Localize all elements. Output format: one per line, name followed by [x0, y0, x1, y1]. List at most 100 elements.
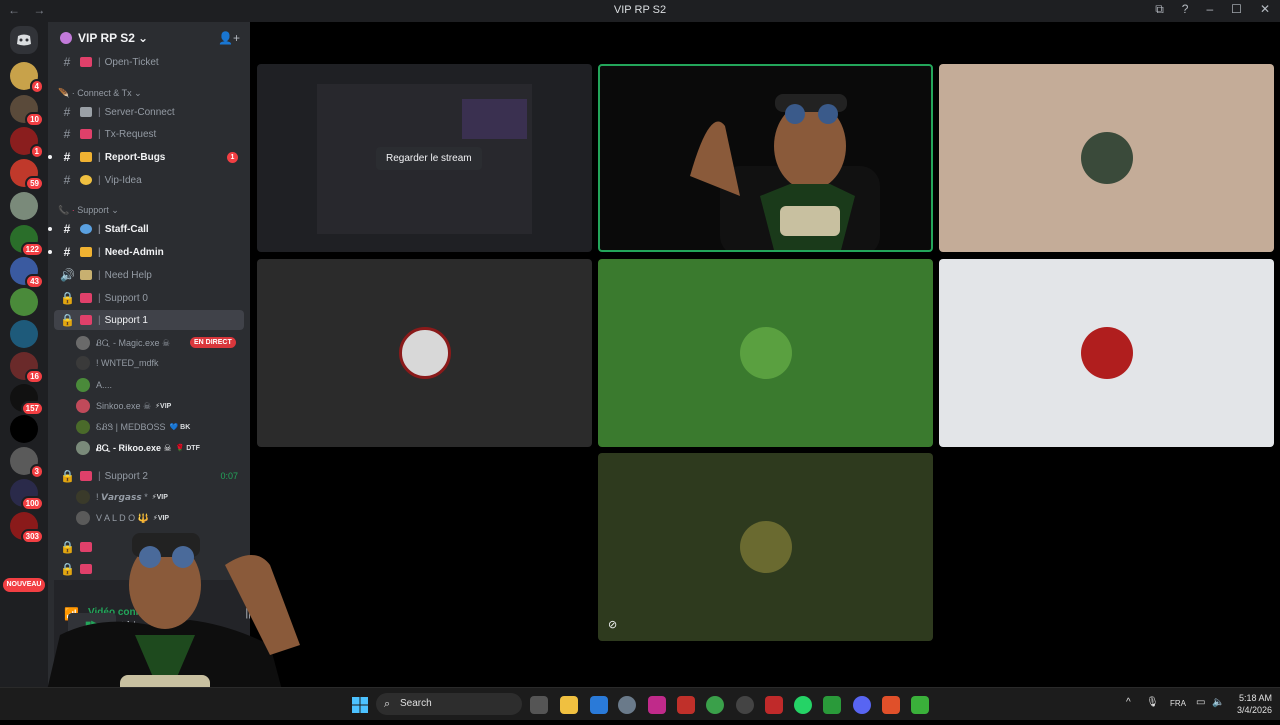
participant-tile[interactable] — [598, 259, 933, 447]
guild-badge: 43 — [25, 274, 44, 289]
category-connect[interactable]: 🪶 · Connect & Tx ⌄ — [58, 88, 142, 99]
channel-label: Support 1 — [104, 314, 148, 326]
voice-member[interactable]: A.... — [76, 376, 116, 394]
channel-label: Support 0 — [104, 292, 148, 304]
minimize-button[interactable]: – — [1206, 2, 1213, 17]
guild-icon[interactable] — [10, 415, 38, 443]
guild-icon[interactable]: 3 — [10, 447, 44, 479]
app-icon[interactable] — [648, 696, 666, 714]
guild-icon[interactable]: 157 — [10, 384, 44, 416]
app-icon[interactable] — [911, 696, 929, 714]
stream-tile[interactable]: Regarder le stream — [257, 64, 592, 252]
microphone-icon[interactable]: 🎙 — [1146, 697, 1159, 708]
channel-tx-request[interactable]: # | Tx-Request — [54, 124, 244, 144]
guild-icon[interactable]: 16 — [10, 352, 44, 384]
guild-icon[interactable] — [10, 192, 38, 220]
guild-icon[interactable]: 303 — [10, 512, 44, 544]
clock[interactable]: 5:18 AM 3/4/2026 — [1237, 692, 1272, 716]
voice-member[interactable]: ! 𝙑𝙖𝙧𝙜𝙖𝙨𝙨 * ⚡VIP — [76, 488, 168, 506]
guild-icon[interactable]: 59 — [10, 159, 44, 191]
hash-icon: # — [63, 127, 71, 141]
app-icon[interactable] — [823, 696, 841, 714]
channel-need-help[interactable]: 🔊 | Need Help — [54, 265, 244, 285]
channel-server-connect[interactable]: # | Server-Connect — [54, 102, 244, 122]
watch-stream-button[interactable]: Regarder le stream — [376, 147, 482, 170]
channel-staff-call[interactable]: # | Staff-Call — [48, 219, 244, 239]
guild-badge: 122 — [20, 242, 44, 257]
start-button[interactable] — [352, 697, 368, 713]
tray-chevron-icon[interactable]: ^ — [1126, 697, 1131, 708]
category-support[interactable]: 📞 · Support ⌄ — [58, 205, 119, 216]
settings-icon[interactable] — [618, 696, 636, 714]
channel-support-0[interactable]: 🔒 | Support 0 — [54, 288, 244, 308]
guild-icon[interactable]: 43 — [10, 257, 44, 289]
channel-open-ticket[interactable]: # | Open-Ticket — [54, 52, 244, 72]
volume-icon[interactable]: 🔈 — [1212, 697, 1224, 708]
channel-need-admin[interactable]: # | Need-Admin — [48, 242, 244, 262]
participant-tile[interactable] — [939, 259, 1274, 447]
app-icon[interactable] — [882, 696, 900, 714]
app-icon[interactable] — [765, 696, 783, 714]
app-icon[interactable] — [677, 696, 695, 714]
channel-vip-idea[interactable]: # | Vip-Idea — [54, 170, 244, 190]
member-tag: 💙 BK — [169, 424, 191, 431]
hash-icon: # — [63, 173, 71, 187]
sun-icon — [80, 175, 92, 185]
channel-report-bugs[interactable]: # | Report-Bugs 1 — [48, 147, 244, 167]
member-tag: ⚡VIP — [152, 515, 170, 522]
voice-member[interactable]: ! WNTED_mdfk — [76, 354, 163, 372]
channel-label: Open-Ticket — [104, 56, 159, 68]
guild-icon[interactable] — [10, 320, 38, 348]
participant-tile[interactable]: ⊘ — [598, 453, 933, 641]
member-tag: 🌹 DTF — [175, 445, 200, 452]
live-badge: EN DIRECT — [190, 337, 236, 348]
member-name: V A L D O 🔱 — [96, 512, 149, 523]
avatar — [76, 336, 90, 350]
guild-icon[interactable]: 100 — [10, 479, 44, 511]
file-explorer-icon[interactable] — [560, 696, 578, 714]
guild-badge: 59 — [25, 176, 44, 191]
guild-icon[interactable]: 10 — [10, 95, 44, 127]
app-icon[interactable] — [736, 696, 754, 714]
chevron-down-icon: ⌄ — [137, 31, 148, 45]
voice-member[interactable]: ᏋᏰᏕ | MEDBOSS 💙 BK — [76, 418, 190, 436]
close-button[interactable]: ✕ — [1260, 2, 1270, 17]
inbox-icon[interactable]: ⧉ — [1155, 2, 1164, 17]
video-stage: Regarder le stream ⊘ — [250, 22, 1280, 687]
chrome-icon[interactable] — [706, 696, 724, 714]
outlook-icon[interactable] — [590, 696, 608, 714]
language-indicator[interactable]: FRA — [1170, 699, 1186, 708]
avatar — [76, 399, 90, 413]
guild-icon[interactable] — [10, 288, 38, 316]
whatsapp-icon[interactable] — [794, 696, 812, 714]
participant-tile[interactable] — [257, 259, 592, 447]
channel-label: Staff-Call — [104, 223, 149, 235]
channel-label: Vip-Idea — [104, 174, 142, 186]
guild-icon[interactable]: 4 — [10, 62, 44, 94]
discord-home-icon[interactable] — [10, 26, 38, 54]
task-view-icon[interactable] — [530, 696, 548, 714]
camera-tile[interactable] — [598, 64, 933, 252]
taskbar-search[interactable]: ⌕ Search — [376, 693, 522, 715]
invite-people-icon[interactable]: 👤+ — [218, 31, 240, 45]
guild-icon[interactable]: 122 — [10, 225, 44, 257]
speaker-icon: 🔊 — [60, 268, 75, 282]
guild-badge: 16 — [25, 369, 44, 384]
member-name: ! 𝙑𝙖𝙧𝙜𝙖𝙨𝙨 * — [96, 491, 148, 502]
channel-label: Need-Admin — [104, 246, 164, 258]
channel-support-1[interactable]: 🔒 | Support 1 — [54, 310, 244, 330]
avatar — [398, 327, 451, 379]
guild-badge: 3 — [29, 464, 44, 479]
guild-icon[interactable]: 1 — [10, 127, 44, 159]
channel-support-2[interactable]: 🔒 | Support 2 0:07 — [54, 466, 244, 486]
unread-indicator — [48, 250, 52, 254]
participant-tile[interactable] — [939, 64, 1274, 252]
discord-icon[interactable] — [853, 696, 871, 714]
network-icon[interactable]: ▭ — [1196, 697, 1205, 708]
maximize-button[interactable]: ☐ — [1231, 2, 1242, 17]
help-icon[interactable]: ? — [1182, 2, 1189, 17]
voice-member[interactable]: Sinkoo.exe ☠ ⚡VIP — [76, 397, 171, 415]
voice-member[interactable]: ᏰᏩ - Magic.exe ☠ — [76, 334, 174, 352]
voice-member[interactable]: ᏰᏩ - Rikoo.exe ☠ 🌹 DTF — [76, 439, 200, 457]
category-label: Connect & Tx — [77, 88, 132, 98]
